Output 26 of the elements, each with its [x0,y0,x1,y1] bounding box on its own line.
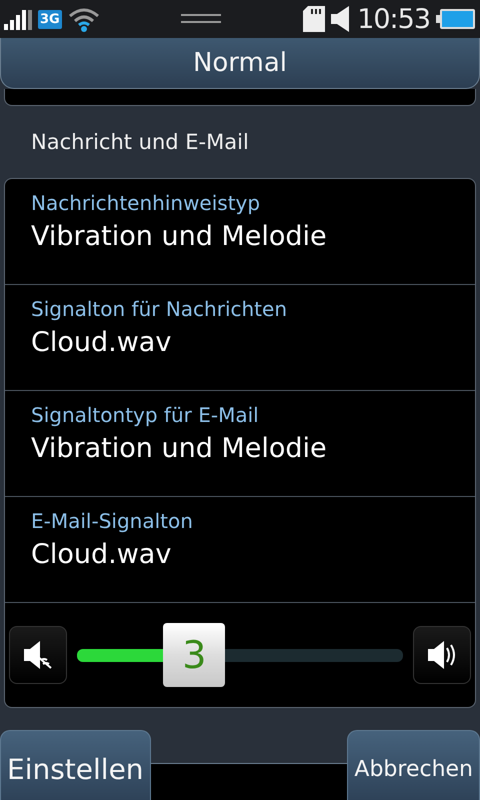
signal-icon [4,8,32,30]
setting-label: Nachrichtenhinweistyp [31,191,262,215]
confirm-button[interactable]: Einstellen [0,730,151,800]
setting-label: Signaltontyp für E-Mail [31,403,260,427]
screen-title: Normal [192,48,288,78]
section-title: Nachricht und E-Mail [31,130,249,154]
setting-value: Cloud.wav [31,327,172,358]
network-badge: 3G [38,10,62,28]
memory-card-icon [303,6,326,32]
setting-value: Cloud.wav [31,539,172,570]
wifi-icon [68,6,100,32]
setting-value: Vibration und Melodie [31,221,328,252]
volume-down-button[interactable] [9,626,67,684]
cancel-button[interactable]: Abbrechen [347,730,480,800]
battery-icon [436,8,476,30]
setting-row[interactable]: Nachrichtenhinweistyp Vibration und Melodie [5,179,475,285]
drag-handle-icon[interactable] [181,14,222,24]
setting-label: Signalton für Nachrichten [31,297,288,321]
volume-up-button[interactable] [413,626,471,684]
setting-label: E-Mail-Signalton [31,509,194,533]
setting-row[interactable]: Signaltontyp für E-Mail Vibration und Melodie [5,391,475,497]
clock: 10:53 [357,4,430,34]
setting-value: Vibration und Melodie [31,433,328,464]
setting-row[interactable]: E-Mail-Signalton Cloud.wav [5,497,475,603]
setting-row[interactable]: Signalton für Nachrichten Cloud.wav [5,285,475,391]
speaker-icon [331,6,352,32]
